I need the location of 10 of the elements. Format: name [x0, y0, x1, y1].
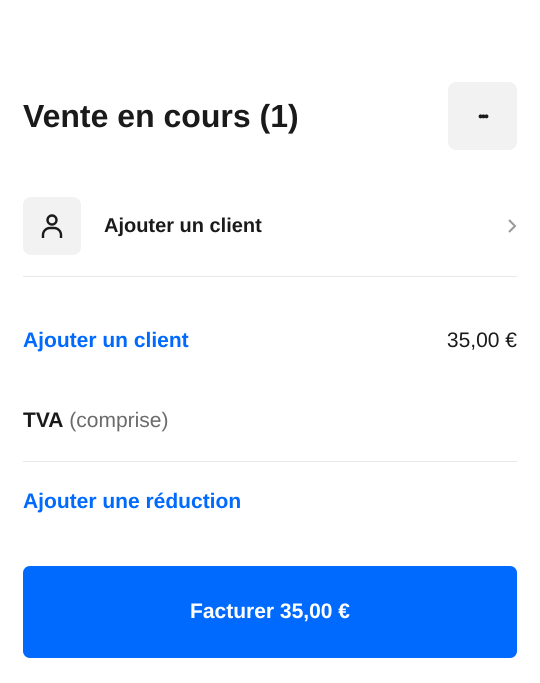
add-customer-link[interactable]: Ajouter un client — [23, 329, 189, 353]
more-button[interactable]: ••• — [448, 82, 517, 150]
add-customer-label[interactable]: Ajouter un client — [104, 214, 484, 238]
page-title: Vente en cours (1) — [23, 98, 299, 134]
person-icon — [23, 197, 81, 255]
amount-value: 35,00 € — [446, 329, 517, 353]
add-discount-link[interactable]: Ajouter une réduction — [23, 490, 242, 514]
chevron-icon — [507, 218, 517, 234]
tax-label: TVA (comprise) — [23, 409, 168, 433]
charge-button[interactable]: Facturer 35,00 € — [23, 566, 517, 658]
